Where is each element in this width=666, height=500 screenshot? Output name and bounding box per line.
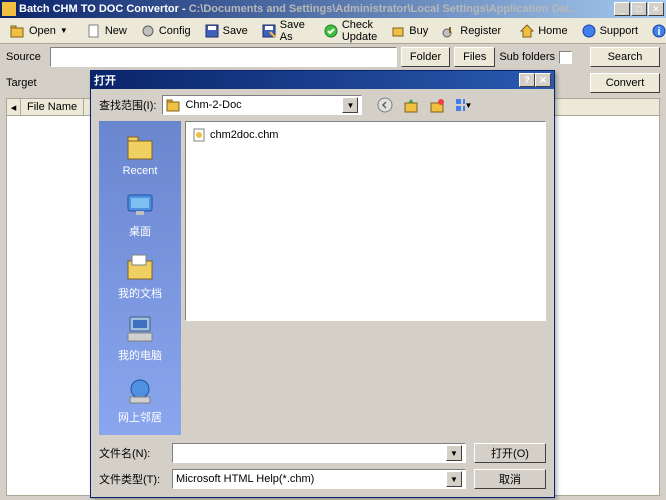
chm-file-icon — [191, 127, 207, 143]
dialog-close-button[interactable]: ✕ — [535, 73, 551, 87]
file-item-label: chm2doc.chm — [210, 129, 278, 141]
subfolders-label: Sub folders — [499, 51, 555, 63]
lookin-row: 查找范围(I): Chm-2-Doc ▼ ▼ — [91, 89, 554, 121]
folder-icon — [166, 97, 182, 113]
support-button[interactable]: Support — [575, 20, 645, 42]
open-icon — [10, 23, 26, 39]
open-dialog: 打开 ? ✕ 查找范围(I): Chm-2-Doc ▼ ▼ Recent — [90, 70, 555, 498]
register-button[interactable]: Register — [435, 20, 507, 42]
filename-label: 文件名(N): — [99, 445, 164, 461]
main-toolbar: Open▼ New Config Save Save As Check Upda… — [0, 18, 666, 44]
lookin-combo[interactable]: Chm-2-Doc ▼ — [162, 95, 362, 115]
row-selector-icon[interactable]: ◂ — [7, 99, 21, 115]
support-icon — [581, 23, 597, 39]
up-icon[interactable] — [402, 96, 420, 114]
desktop-icon — [124, 189, 156, 221]
convert-button[interactable]: Convert — [590, 73, 660, 93]
save-button[interactable]: Save — [198, 20, 254, 42]
home-icon — [519, 23, 535, 39]
filename-input[interactable]: ▼ — [172, 443, 466, 463]
dialog-open-button[interactable]: 打开(O) — [474, 443, 546, 463]
save-as-icon — [261, 23, 277, 39]
place-desktop[interactable]: 桌面 — [101, 185, 179, 243]
dialog-help-button[interactable]: ? — [519, 73, 535, 87]
close-button[interactable]: ✕ — [648, 2, 664, 16]
app-icon — [2, 2, 16, 16]
search-button[interactable]: Search — [590, 47, 660, 67]
dialog-title: 打开 — [94, 72, 519, 88]
buy-icon — [390, 23, 406, 39]
about-button[interactable]: iAbout — [645, 20, 666, 42]
filetype-label: 文件类型(T): — [99, 471, 164, 487]
update-icon — [323, 23, 339, 39]
window-title: Batch CHM TO DOC Convertor - C:\Document… — [19, 3, 614, 15]
back-icon[interactable] — [376, 96, 394, 114]
save-as-button[interactable]: Save As — [255, 16, 311, 46]
network-icon — [124, 375, 156, 407]
dropdown-icon: ▼ — [60, 26, 68, 35]
minimize-button[interactable]: _ — [614, 2, 630, 16]
view-menu-icon[interactable]: ▼ — [454, 96, 472, 114]
places-bar: Recent 桌面 我的文档 我的电脑 网上邻居 — [99, 121, 181, 435]
place-mydocs[interactable]: 我的文档 — [101, 247, 179, 305]
computer-icon — [124, 313, 156, 345]
source-input[interactable] — [50, 47, 397, 67]
save-icon — [204, 23, 220, 39]
file-item[interactable]: chm2doc.chm — [190, 126, 541, 144]
config-button[interactable]: Config — [134, 20, 197, 42]
file-area[interactable]: chm2doc.chm — [185, 121, 546, 321]
place-network[interactable]: 网上邻居 — [101, 371, 179, 429]
svg-text:i: i — [658, 26, 661, 38]
open-button[interactable]: Open▼ — [4, 20, 74, 42]
filetype-combo[interactable]: Microsoft HTML Help(*.chm) ▼ — [172, 469, 466, 489]
source-label: Source — [6, 51, 46, 63]
lookin-label: 查找范围(I): — [99, 97, 156, 113]
recent-icon — [124, 131, 156, 163]
new-icon — [86, 23, 102, 39]
files-button[interactable]: Files — [454, 47, 495, 67]
dialog-titlebar[interactable]: 打开 ? ✕ — [91, 71, 554, 89]
check-update-button[interactable]: Check Update — [317, 16, 383, 46]
place-recent[interactable]: Recent — [101, 127, 179, 181]
dropdown-icon[interactable]: ▼ — [342, 97, 358, 113]
dropdown-icon[interactable]: ▼ — [446, 471, 462, 487]
new-button[interactable]: New — [80, 20, 133, 42]
subfolders-checkbox[interactable] — [559, 51, 572, 64]
column-filename[interactable]: File Name — [21, 99, 84, 115]
dropdown-icon[interactable]: ▼ — [446, 445, 462, 461]
folder-button[interactable]: Folder — [401, 47, 450, 67]
place-mycomputer[interactable]: 我的电脑 — [101, 309, 179, 367]
dialog-cancel-button[interactable]: 取消 — [474, 469, 546, 489]
target-label: Target — [6, 77, 46, 89]
config-icon — [140, 23, 156, 39]
home-button[interactable]: Home — [513, 20, 573, 42]
buy-button[interactable]: Buy — [384, 20, 434, 42]
new-folder-icon[interactable] — [428, 96, 446, 114]
register-icon — [441, 23, 457, 39]
lookin-value: Chm-2-Doc — [185, 99, 241, 111]
mydocs-icon — [124, 251, 156, 283]
about-icon: i — [651, 23, 666, 39]
maximize-button[interactable]: □ — [631, 2, 647, 16]
source-row: Source Folder Files Sub folders Search — [0, 44, 666, 70]
